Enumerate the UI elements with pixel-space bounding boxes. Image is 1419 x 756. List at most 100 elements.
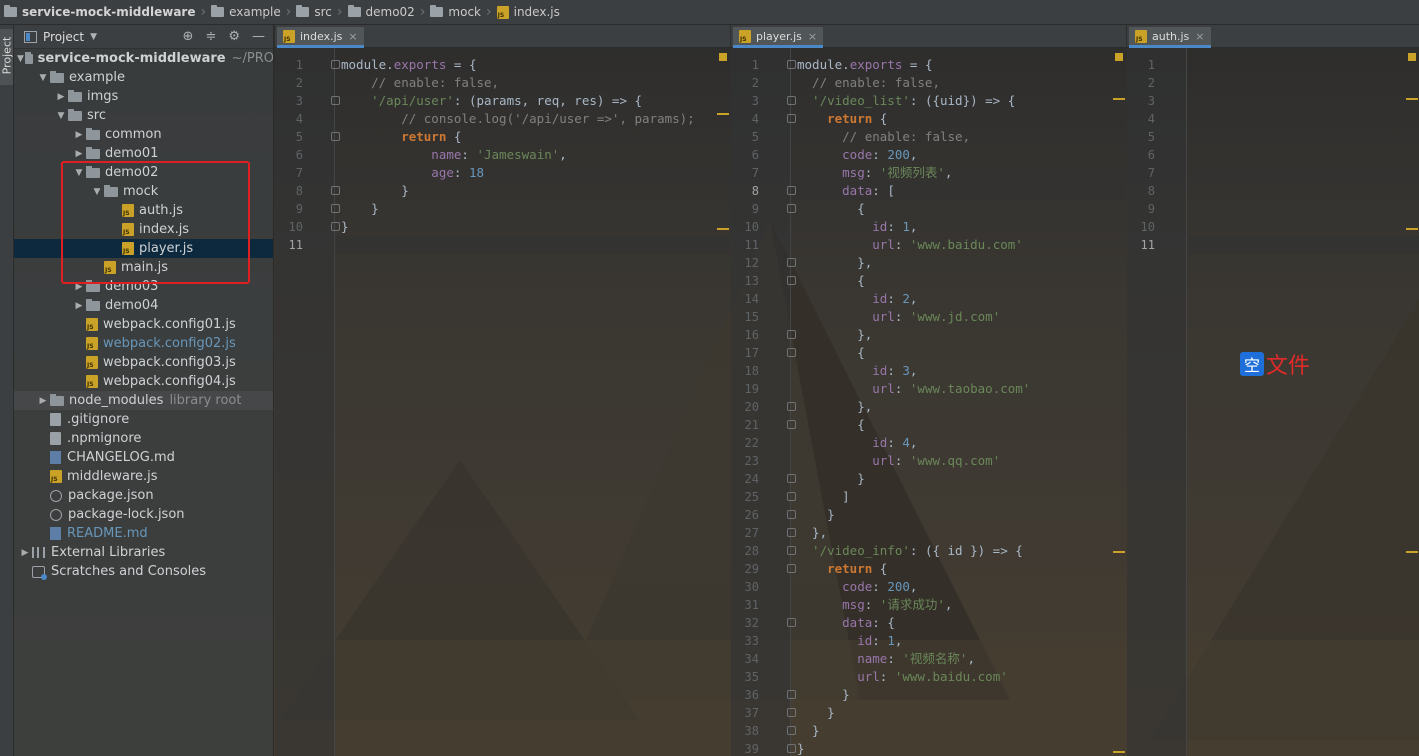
scroll-marker[interactable] [717, 113, 729, 115]
breadcrumb-item[interactable]: mock [430, 5, 481, 19]
fold-marker-icon[interactable] [787, 402, 796, 411]
tab-player-js[interactable]: player.js × [733, 27, 824, 48]
fold-marker-icon[interactable] [787, 744, 796, 753]
breadcrumb-item[interactable]: example [211, 5, 281, 19]
tree-item[interactable]: .gitignore [14, 410, 273, 429]
project-view-selector[interactable]: Project [43, 30, 84, 44]
close-icon[interactable]: × [1195, 30, 1204, 43]
fold-marker-icon[interactable] [331, 60, 340, 69]
fold-marker-icon[interactable] [331, 132, 340, 141]
scroll-marker[interactable] [1113, 551, 1125, 553]
tree-item[interactable]: ▼ src [14, 106, 273, 125]
breadcrumb-item[interactable]: index.js [496, 5, 560, 19]
tree-item[interactable]: webpack.config04.js [14, 372, 273, 391]
tree-item[interactable]: ▶ imgs [14, 87, 273, 106]
tab-auth-js[interactable]: auth.js × [1129, 27, 1211, 48]
fold-marker-icon[interactable] [787, 420, 796, 429]
code-token: , [909, 147, 918, 162]
project-tool-tab[interactable]: Project [0, 29, 14, 85]
locate-target-icon[interactable]: ⊕ [183, 29, 194, 44]
tree-item[interactable]: webpack.config02.js [14, 334, 273, 353]
chevron-down-icon[interactable]: ▼ [16, 54, 24, 64]
chevron-down-icon[interactable]: ▼ [36, 73, 50, 83]
fold-marker-icon[interactable] [787, 708, 796, 717]
tree-item[interactable]: package.json [14, 486, 273, 505]
code-line: name: 'Jameswain', [341, 146, 567, 164]
fold-marker-icon[interactable] [787, 546, 796, 555]
breadcrumb-item[interactable]: service-mock-middleware [4, 5, 195, 19]
fold-marker-icon[interactable] [787, 60, 796, 69]
tree-item[interactable]: ▶ demo04 [14, 296, 273, 315]
fold-marker-icon[interactable] [787, 510, 796, 519]
chevron-down-icon[interactable]: ▼ [90, 32, 97, 42]
chevron-right-icon[interactable]: ▶ [18, 548, 32, 558]
fold-marker-icon[interactable] [331, 186, 340, 195]
fold-marker-icon[interactable] [787, 528, 796, 537]
fold-marker-icon[interactable] [787, 114, 796, 123]
tree-item-label: package.json [68, 488, 154, 503]
tree-item[interactable]: package-lock.json [14, 505, 273, 524]
fold-marker-icon[interactable] [787, 186, 796, 195]
close-icon[interactable]: × [348, 30, 357, 43]
code-editor[interactable]: 1 module.exports = {2 // enable: false, 3 … [731, 48, 1126, 756]
tree-item[interactable]: ▶ node_modules library root [14, 391, 273, 410]
fold-marker-icon[interactable] [787, 564, 796, 573]
line-number: 20 [744, 400, 759, 414]
fold-marker-icon[interactable] [787, 474, 796, 483]
code-editor[interactable]: 1 2 3 4 5 6 7 8 9 10 11 [1127, 48, 1419, 756]
tree-item[interactable]: webpack.config01.js [14, 315, 273, 334]
chevron-right-icon[interactable]: ▶ [72, 301, 86, 311]
tree-item[interactable]: ▼ example [14, 68, 273, 87]
chevron-right-icon[interactable]: ▶ [54, 92, 68, 102]
tree-item[interactable]: .npmignore [14, 429, 273, 448]
code-token: : [887, 291, 903, 306]
close-icon[interactable]: × [808, 30, 817, 43]
code-token: age [341, 165, 454, 180]
fold-marker-icon[interactable] [787, 618, 796, 627]
scroll-marker[interactable] [1113, 751, 1125, 753]
scroll-marker[interactable] [1406, 228, 1418, 230]
inspection-status-icon[interactable] [1408, 53, 1416, 61]
tree-item[interactable]: CHANGELOG.md [14, 448, 273, 467]
tree-item[interactable]: ▼ service-mock-middleware ~/PRO [14, 49, 273, 68]
fold-marker-icon[interactable] [331, 222, 340, 231]
tree-item[interactable]: ▶ External Libraries [14, 543, 273, 562]
fold-marker-icon[interactable] [787, 204, 796, 213]
tree-item[interactable]: webpack.config03.js [14, 353, 273, 372]
inspection-status-icon[interactable] [719, 53, 727, 61]
code-token: ] [797, 489, 850, 504]
minimize-icon[interactable]: — [252, 29, 265, 44]
breadcrumb-item[interactable]: src [296, 5, 332, 19]
tree-item[interactable]: Scratches and Consoles [14, 562, 273, 581]
tree-item[interactable]: README.md [14, 524, 273, 543]
breadcrumb-item[interactable]: demo02 [347, 5, 415, 19]
code-token: , [944, 597, 953, 612]
fold-marker-icon[interactable] [331, 96, 340, 105]
fold-marker-icon[interactable] [787, 276, 796, 285]
fold-marker-icon[interactable] [787, 726, 796, 735]
inspection-status-icon[interactable] [1115, 53, 1123, 61]
fold-marker-icon[interactable] [331, 204, 340, 213]
chevron-right-icon[interactable]: ▶ [72, 149, 86, 159]
js-file-icon [496, 5, 509, 19]
chevron-right-icon[interactable]: ▶ [36, 396, 50, 406]
code-token: , [909, 579, 918, 594]
chevron-down-icon[interactable]: ▼ [54, 111, 68, 121]
collapse-all-icon[interactable]: ≑ [205, 29, 216, 44]
scroll-marker[interactable] [1406, 98, 1418, 100]
code-editor[interactable]: 1 module.exports = {2 // enable: false, 3 … [275, 48, 730, 756]
fold-marker-icon[interactable] [787, 330, 796, 339]
scroll-marker[interactable] [1113, 98, 1125, 100]
fold-marker-icon[interactable] [787, 690, 796, 699]
fold-marker-icon[interactable] [787, 96, 796, 105]
chevron-right-icon[interactable]: ▶ [72, 130, 86, 140]
tree-item[interactable]: middleware.js [14, 467, 273, 486]
scroll-marker[interactable] [1406, 551, 1418, 553]
fold-marker-icon[interactable] [787, 258, 796, 267]
fold-marker-icon[interactable] [787, 492, 796, 501]
scroll-marker[interactable] [717, 228, 729, 230]
tab-index-js[interactable]: index.js × [277, 27, 364, 48]
tree-item[interactable]: ▶ common [14, 125, 273, 144]
gear-icon[interactable]: ⚙ [228, 29, 240, 44]
fold-marker-icon[interactable] [787, 348, 796, 357]
